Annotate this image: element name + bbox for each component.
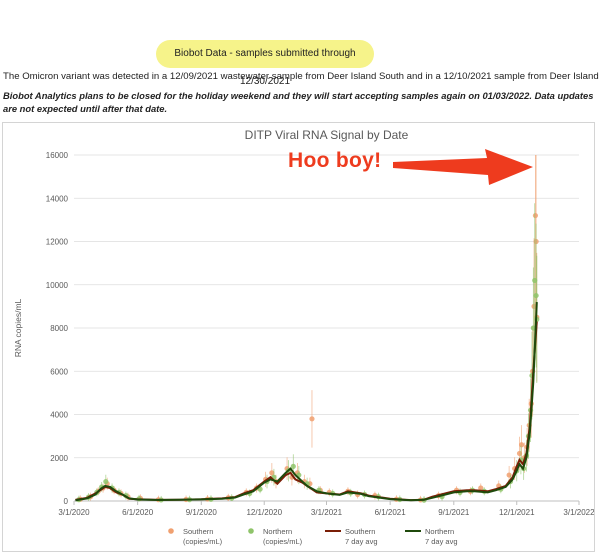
annotation-arrow xyxy=(393,149,533,185)
legend-label: Northern xyxy=(263,527,292,536)
viral-rna-chart: DITP Viral RNA Signal by Date 0 2000 4000 60… xyxy=(13,128,594,546)
y-tick-label: 12000 xyxy=(46,238,69,247)
y-tick-label: 8000 xyxy=(50,324,68,333)
x-tick-label: 6/1/2021 xyxy=(375,508,407,517)
hoo-boy-annotation: Hoo boy! xyxy=(288,149,382,172)
y-tick-label: 2000 xyxy=(50,454,68,463)
northern-data-point xyxy=(103,478,109,485)
legend-label: (copies/mL) xyxy=(183,537,223,546)
x-tick-label: 3/1/2021 xyxy=(311,508,343,517)
southern-data-point xyxy=(309,416,315,422)
y-tick-label: 14000 xyxy=(46,194,69,203)
legend-label: Southern xyxy=(345,527,375,536)
x-tick-label: 3/1/2020 xyxy=(58,508,90,517)
legend-label: Southern xyxy=(183,527,213,536)
legend-marker xyxy=(248,528,254,534)
x-tick-label: 9/1/2020 xyxy=(186,508,218,517)
y-tick-label: 0 xyxy=(64,497,69,506)
x-tick-label: 12/1/2020 xyxy=(246,508,282,517)
legend-label: Northern xyxy=(425,527,454,536)
northern-7day-avg-line xyxy=(75,302,538,502)
northern-data-point xyxy=(290,463,296,469)
x-tick-label: 3/1/2022 xyxy=(563,508,594,517)
legend-label: 7 day avg xyxy=(425,537,458,546)
legend-label: (copies/mL) xyxy=(263,537,303,546)
northern-data-point xyxy=(533,292,539,299)
legend-marker xyxy=(168,528,174,534)
southern-data-point xyxy=(506,472,512,478)
omicron-detection-text: The Omicron variant was detected in a 12… xyxy=(3,71,600,82)
holiday-note: Biobot Analytics plans to be closed for … xyxy=(3,90,594,114)
chart-title: DITP Viral RNA Signal by Date xyxy=(245,128,409,142)
x-tick-label: 6/1/2020 xyxy=(122,508,154,517)
southern-7day-avg-line xyxy=(75,321,538,502)
southern-data-point xyxy=(532,212,539,219)
x-tick-label: 12/1/2021 xyxy=(499,508,535,517)
legend-label: 7 day avg xyxy=(345,537,378,546)
chart-frame: DITP Viral RNA Signal by Date 0 2000 4000 60… xyxy=(2,122,595,552)
southern-data-point xyxy=(518,442,525,448)
y-axis-label: RNA copies/mL xyxy=(13,298,23,357)
y-tick-label: 10000 xyxy=(46,281,69,290)
y-tick-label: 4000 xyxy=(50,411,68,420)
data-date-banner: Biobot Data - samples submitted through … xyxy=(156,40,374,87)
y-tick-label: 6000 xyxy=(50,367,68,376)
y-tick-label: 16000 xyxy=(46,151,69,160)
x-tick-label: 9/1/2021 xyxy=(438,508,470,517)
